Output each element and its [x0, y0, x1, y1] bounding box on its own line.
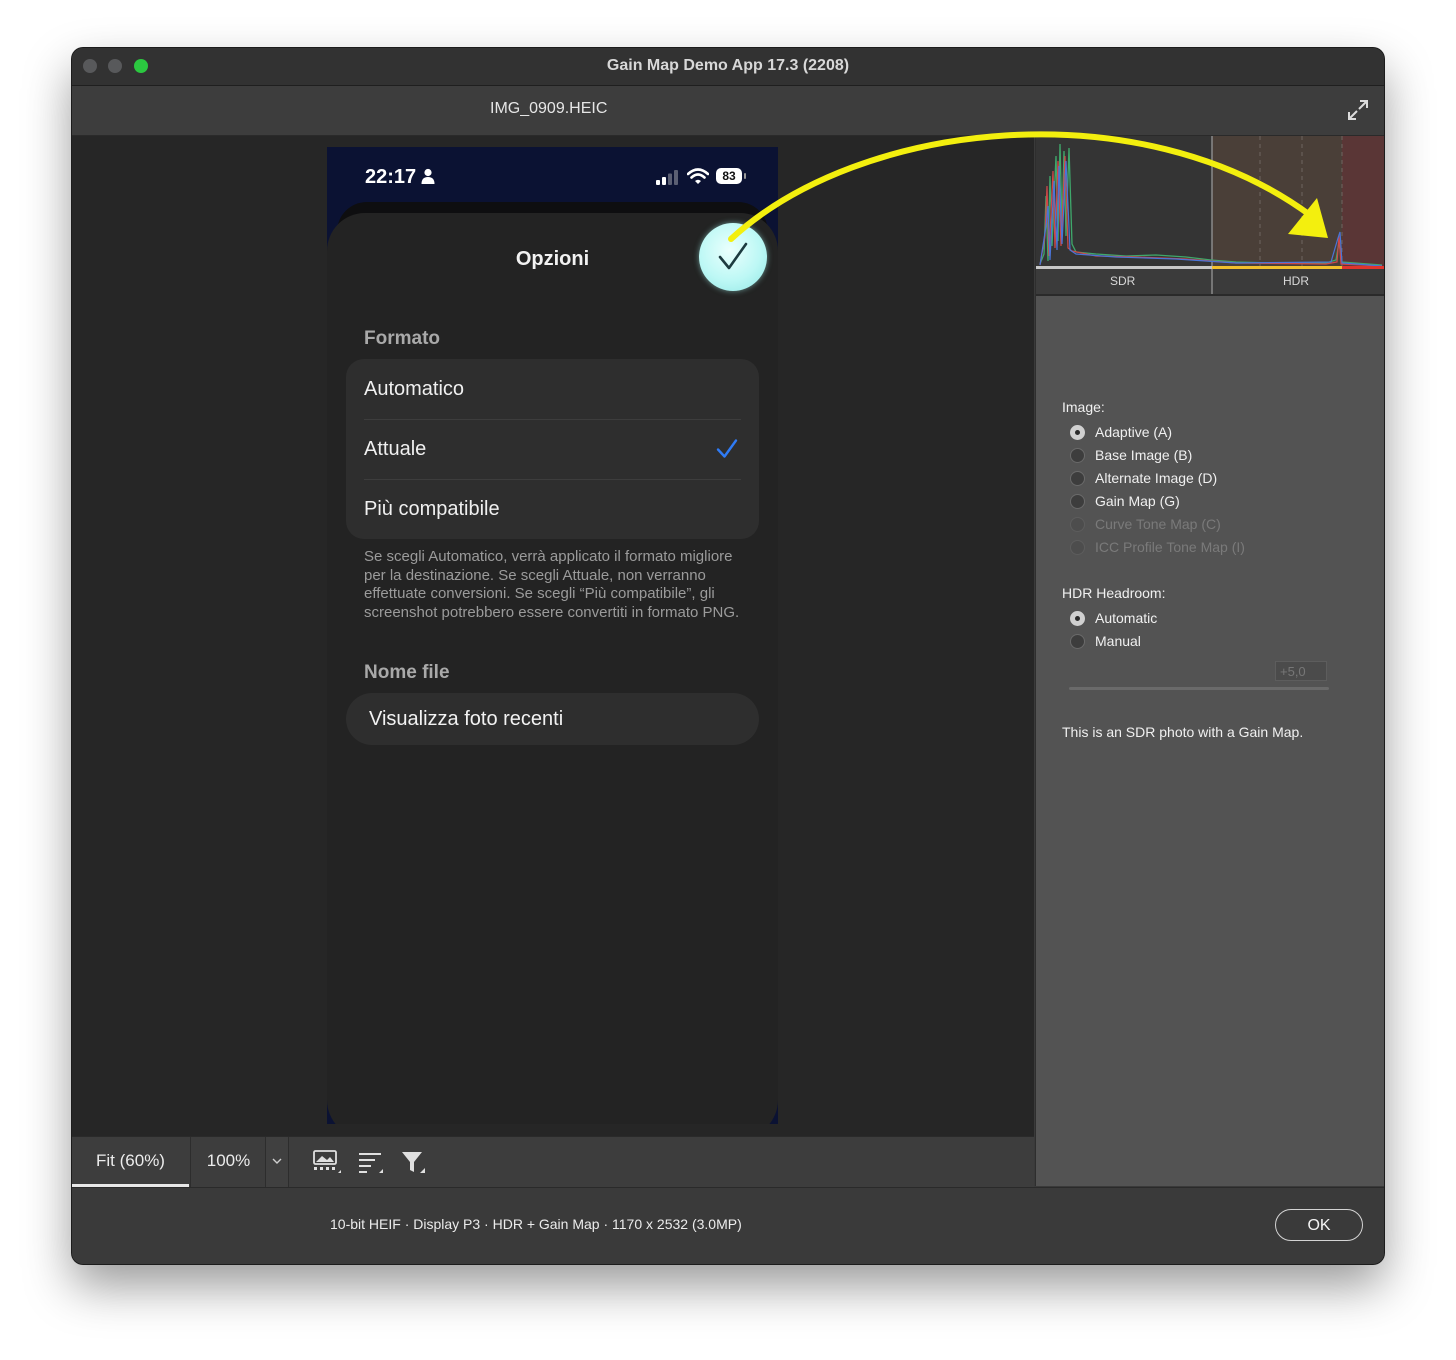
radio-label: Automatic	[1095, 610, 1158, 626]
filter-icon[interactable]	[400, 1149, 430, 1175]
format-section-label: Formato	[364, 328, 440, 349]
signal-icon	[656, 170, 678, 185]
option-label: Automatico	[364, 378, 465, 400]
radio-label: Gain Map (G)	[1095, 493, 1180, 509]
status-time: 22:17	[365, 166, 417, 188]
radio-label: Adaptive (A)	[1095, 424, 1173, 440]
done-button[interactable]	[699, 223, 767, 291]
radio-button[interactable]	[1070, 611, 1085, 626]
hdr-headroom-label: HDR Headroom:	[1062, 585, 1166, 601]
fit-zoom-tab[interactable]: Fit (60%)	[72, 1137, 189, 1187]
recent-photos-button[interactable]: Visualizza foto recenti	[346, 693, 759, 745]
wifi-icon	[687, 168, 709, 184]
radio-button[interactable]	[1070, 425, 1085, 440]
options-sheet: Opzioni Formato Automatico Attuale Più c…	[327, 213, 778, 1124]
histogram-sdr-label: SDR	[1110, 274, 1136, 288]
zoom-dropdown-button[interactable]	[265, 1137, 289, 1187]
app-window: Gain Map Demo App 17.3 (2208) IMG_0909.H…	[72, 48, 1384, 1264]
radio-button[interactable]	[1070, 448, 1085, 463]
image-info-text: This is an SDR photo with a Gain Map.	[1062, 724, 1304, 740]
histogram-plot	[1036, 136, 1384, 294]
image-canvas[interactable]: 22:17 83 Opzioni Formato Automatico Attu…	[72, 136, 1034, 1136]
image-mode-label: Image:	[1062, 399, 1105, 415]
format-help-text: Se scegli Automatico, verrà applicato il…	[364, 548, 740, 621]
file-name: IMG_0909.HEIC	[490, 100, 608, 117]
window-title: Gain Map Demo App 17.3 (2208)	[606, 57, 850, 74]
file-header: IMG_0909.HEIC	[72, 86, 1384, 136]
chevron-down-icon	[272, 1158, 282, 1164]
format-option-automatico[interactable]: Automatico	[346, 359, 759, 419]
selected-check-icon	[716, 439, 738, 458]
histogram-hdr-label: HDR	[1283, 274, 1309, 288]
histogram: SDR HDR	[1036, 136, 1384, 296]
actual-size-tab[interactable]: 100%	[190, 1137, 266, 1187]
headroom-slider	[1069, 687, 1329, 690]
phone-screenshot: 22:17 83 Opzioni Formato Automatico Attu…	[327, 147, 778, 1124]
bottom-bar: 10-bit HEIF · Display P3 · HDR + Gain Ma…	[72, 1187, 1384, 1264]
ok-button[interactable]: OK	[1275, 1209, 1363, 1241]
view-toolbar: Fit (60%) 100%	[72, 1136, 1034, 1187]
radio-button[interactable]	[1070, 471, 1085, 486]
headroom-value-field: +5,0	[1275, 661, 1327, 681]
battery-indicator: 83	[716, 168, 742, 184]
battery-tip	[744, 173, 746, 179]
checkmark-icon	[718, 242, 748, 270]
radio-label: Base Image (B)	[1095, 447, 1193, 463]
radio-button	[1070, 517, 1085, 532]
image-metadata: 10-bit HEIF · Display P3 · HDR + Gain Ma…	[330, 1216, 742, 1232]
radio-button[interactable]	[1070, 634, 1085, 649]
radio-label: ICC Profile Tone Map (I)	[1095, 539, 1245, 555]
title-bar: Gain Map Demo App 17.3 (2208)	[72, 48, 1384, 86]
sort-lines-icon[interactable]	[357, 1149, 387, 1175]
format-option-piu-compatibile[interactable]: Più compatibile	[346, 479, 759, 539]
option-label: Attuale	[364, 438, 427, 460]
option-label: Più compatibile	[364, 498, 500, 520]
format-option-attuale[interactable]: Attuale	[346, 419, 759, 479]
format-options-group: Automatico Attuale Più compatibile	[346, 359, 759, 539]
radio-label: Manual	[1095, 633, 1141, 649]
radio-button[interactable]	[1070, 494, 1085, 509]
filename-section-label: Nome file	[364, 662, 450, 683]
image-compare-icon[interactable]	[312, 1149, 342, 1175]
radio-label: Curve Tone Map (C)	[1095, 516, 1221, 532]
radio-button	[1070, 540, 1085, 555]
inspector-sidebar: SDR HDR Image: Adaptive (A) Base Image (…	[1035, 136, 1384, 1186]
radio-label: Alternate Image (D)	[1095, 470, 1218, 486]
person-icon	[421, 168, 435, 184]
expand-icon[interactable]	[1346, 98, 1370, 122]
